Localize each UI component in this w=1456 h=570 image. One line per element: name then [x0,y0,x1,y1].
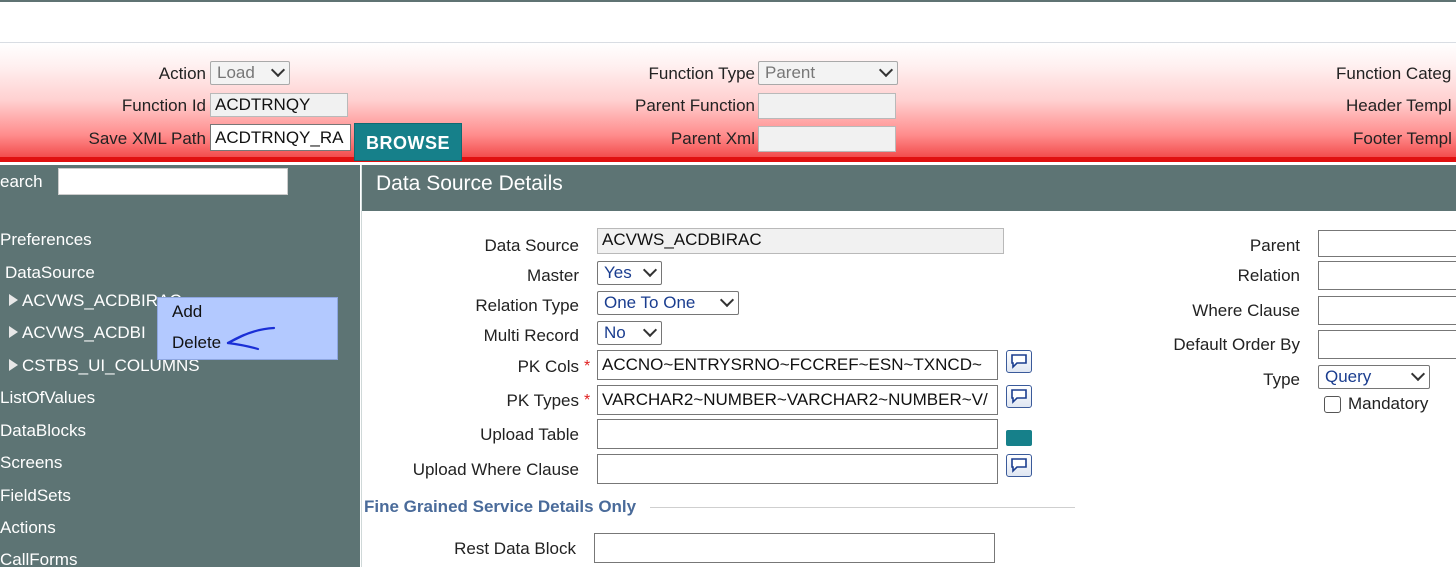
browse-button[interactable]: BROWSE [354,123,462,161]
default-order-by-field[interactable] [1318,330,1456,359]
required-marker: * [584,358,591,375]
page-title: Data Source Details [376,172,563,195]
fine-grained-section-title: Fine Grained Service Details Only [364,497,637,516]
where-clause-label: Where Clause [1192,301,1300,320]
sidebar-item-screens[interactable]: Screens [0,453,62,473]
section-divider [650,507,1075,508]
master-select[interactable]: Yes [597,261,662,285]
sidebar-item-listofvalues[interactable]: ListOfValues [0,388,95,408]
type-select[interactable]: Query [1318,365,1430,389]
chevron-down-icon [270,62,286,78]
type-label: Type [1263,370,1300,389]
multi-record-select[interactable]: No [597,321,662,345]
search-input[interactable] [58,168,288,195]
parent-xml-label: Parent Xml [670,129,755,148]
context-menu-delete[interactable]: Delete [172,333,221,353]
sidebar-item-fieldsets[interactable]: FieldSets [0,486,71,506]
sidebar-item-datasource[interactable]: DataSource [5,263,95,283]
action-label: Action [158,64,206,83]
comment-edit-icon[interactable] [1006,454,1032,477]
sidebar-item-datablocks[interactable]: DataBlocks [0,421,86,441]
sidebar-item-actions[interactable]: Actions [0,518,56,538]
default-order-by-label: Default Order By [1173,335,1300,354]
data-source-label: Data Source [484,236,580,255]
parent-function-field[interactable] [758,93,896,119]
multi-record-label: Multi Record [483,326,579,345]
data-source-field[interactable]: ACVWS_ACDBIRAC [597,228,1004,254]
pk-types-label: PK Types [506,391,579,410]
function-id-label: Function Id [121,96,206,115]
chevron-down-icon [642,322,658,338]
expand-triangle-icon[interactable] [9,291,18,311]
search-label: earch [0,172,43,191]
relation-field[interactable] [1318,261,1456,290]
upload-where-clause-field[interactable] [597,454,998,484]
sidebar-item-callforms[interactable]: CallForms [0,550,77,570]
chevron-down-icon [1410,366,1426,382]
top-blank-bar [0,2,1456,43]
parent-label: Parent [1249,236,1300,255]
upload-table-field[interactable] [597,419,998,449]
expand-triangle-icon[interactable] [9,323,18,343]
master-label: Master [527,266,579,285]
sidebar-item-preferences[interactable]: Preferences [0,230,92,250]
action-select-value: Load [217,63,255,82]
rest-data-block-label: Rest Data Block [454,539,576,558]
where-clause-field[interactable] [1318,296,1456,325]
save-xml-path-field[interactable]: ACDTRNQY_RA [210,124,351,151]
chevron-down-icon [719,292,735,308]
chevron-down-icon [878,62,894,78]
expand-triangle-icon[interactable] [9,356,18,376]
multi-record-value: No [604,323,626,342]
relation-label: Relation [1237,266,1300,285]
master-select-value: Yes [604,263,632,282]
context-menu-add[interactable]: Add [172,302,202,322]
header-template-label: Header Templ [1346,96,1452,115]
mandatory-label: Mandatory [1348,394,1429,413]
header-divider [0,157,1456,162]
footer-template-label: Footer Templ [1353,129,1452,148]
function-type-select[interactable]: Parent [758,61,898,85]
annotation-arrow-icon [226,326,276,351]
relation-type-select[interactable]: One To One [597,291,739,315]
save-xml-path-label: Save XML Path [88,129,207,148]
function-type-label: Function Type [648,64,755,83]
function-category-label: Function Categ [1336,64,1452,83]
rest-data-block-field[interactable] [594,533,995,563]
lookup-button[interactable] [1006,430,1032,446]
mandatory-checkbox[interactable] [1324,396,1341,413]
parent-field[interactable] [1318,230,1456,257]
upload-where-clause-label: Upload Where Clause [412,460,579,479]
parent-xml-field[interactable] [758,126,896,152]
pk-cols-field[interactable]: ACCNO~ENTRYSRNO~FCCREF~ESN~TXNCD~ [597,350,998,380]
chevron-down-icon [642,262,658,278]
pk-cols-label: PK Cols [517,357,579,376]
pk-types-field[interactable]: VARCHAR2~NUMBER~VARCHAR2~NUMBER~V/ [597,385,998,415]
upload-table-label: Upload Table [480,425,579,444]
parent-function-label: Parent Function [634,96,755,115]
type-select-value: Query [1325,367,1372,386]
function-id-field[interactable]: ACDTRNQY [210,93,348,117]
comment-edit-icon[interactable] [1006,385,1032,408]
required-marker: * [584,392,591,409]
comment-edit-icon[interactable] [1006,350,1032,373]
function-type-value: Parent [765,63,816,82]
action-select[interactable]: Load [210,61,290,85]
relation-type-label: Relation Type [475,296,579,315]
relation-type-value: One To One [604,293,696,312]
sidebar-item-acvws-acdbi[interactable]: ACVWS_ACDBI [22,323,146,343]
